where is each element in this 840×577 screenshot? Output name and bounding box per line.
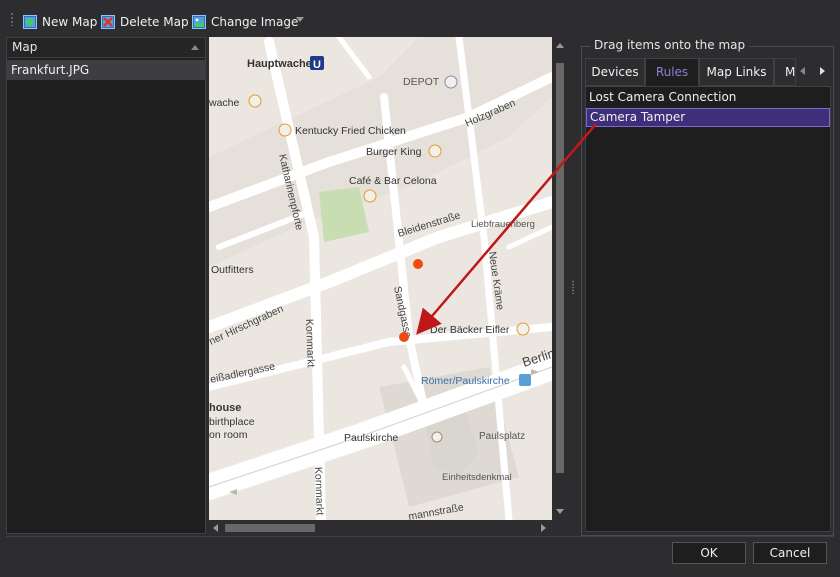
map-canvas[interactable]: Hauptwache U DEPOT wache Kentucky Fried … (209, 37, 552, 520)
ok-button[interactable]: OK (672, 542, 746, 564)
dropdown-icon[interactable] (296, 17, 304, 22)
map-label-baecker: Der Bäcker Eifler (430, 324, 510, 336)
map-label-wache: wache (209, 97, 240, 109)
new-map-button[interactable]: New Map (23, 12, 97, 32)
tab-devices[interactable]: Devices (585, 58, 645, 86)
map-label-kornmarkt-2: Kornmarkt (312, 467, 326, 516)
map-label-roemer: Römer/Paulskirche (421, 375, 510, 387)
change-image-label: Change Image (211, 15, 299, 29)
map-label-outfitters: Outfitters (211, 264, 254, 276)
map-label-hauptwache: Hauptwache (247, 58, 312, 70)
map-label-house: house (209, 402, 241, 414)
map-label-birthplace: birthplace (209, 416, 255, 428)
rules-list: Lost Camera Connection Camera Tamper (585, 86, 831, 532)
camera-marker[interactable] (413, 259, 423, 269)
scroll-left-icon[interactable] (213, 524, 218, 532)
map-label-burger-king: Burger King (366, 146, 422, 158)
map-image-icon (192, 15, 206, 29)
map-label-kornmarkt: Kornmarkt (303, 319, 317, 368)
scroll-thumb[interactable] (225, 524, 315, 532)
map-list-panel: Map Frankfurt.JPG (6, 37, 206, 534)
list-item[interactable]: Lost Camera Connection (586, 88, 830, 107)
panel-splitter[interactable] (571, 280, 575, 294)
drag-items-title: Drag items onto the map (590, 38, 750, 52)
sort-ascending-icon (191, 45, 199, 50)
scroll-down-icon[interactable] (556, 509, 564, 514)
map-horizontal-scrollbar[interactable] (209, 520, 552, 536)
map-label-paulsplatz: Paulsplatz (479, 431, 525, 442)
list-item[interactable]: Camera Tamper (586, 108, 830, 127)
map-label-paulskirche: Paulskirche (344, 432, 398, 444)
map-delete-icon (101, 15, 115, 29)
map-label-on-room: on room (209, 429, 248, 441)
tab-rules[interactable]: Rules (645, 58, 699, 86)
toolbar-grip[interactable] (10, 12, 14, 26)
tab-scroll-left-icon[interactable] (800, 67, 805, 75)
map-vertical-scrollbar[interactable] (552, 37, 568, 520)
map-label-ubahn: U (313, 59, 321, 71)
map-label-liebfrauenberg: Liebfrauenberg (471, 219, 535, 230)
map-label-einheitsdenkmal: Einheitsdenkmal (442, 472, 512, 483)
map-list-header[interactable]: Map (7, 38, 205, 58)
map-label-depot: DEPOT (403, 76, 440, 88)
new-map-label: New Map (42, 15, 98, 29)
delete-map-button[interactable]: Delete Map (101, 12, 189, 32)
change-image-button[interactable]: Change Image (192, 12, 298, 32)
map-label-cafe: Café & Bar Celona (349, 175, 437, 187)
map-add-icon (23, 15, 37, 29)
tab-scroll-right-icon[interactable] (820, 67, 825, 75)
scroll-thumb[interactable] (556, 63, 564, 473)
tab-more[interactable]: M (774, 58, 796, 86)
cancel-button[interactable]: Cancel (753, 542, 827, 564)
map-list-item-label: Frankfurt.JPG (11, 63, 90, 77)
delete-map-label: Delete Map (120, 15, 189, 29)
map-list-header-label: Map (12, 40, 38, 54)
camera-marker[interactable] (399, 332, 409, 342)
tab-map-links[interactable]: Map Links (699, 58, 774, 86)
map-list-item[interactable]: Frankfurt.JPG (7, 60, 205, 80)
scroll-right-icon[interactable] (541, 524, 546, 532)
toolbar: New Map Delete Map Change Image (0, 0, 840, 36)
map-label-kfc: Kentucky Fried Chicken (295, 125, 406, 137)
scroll-up-icon[interactable] (556, 43, 564, 48)
